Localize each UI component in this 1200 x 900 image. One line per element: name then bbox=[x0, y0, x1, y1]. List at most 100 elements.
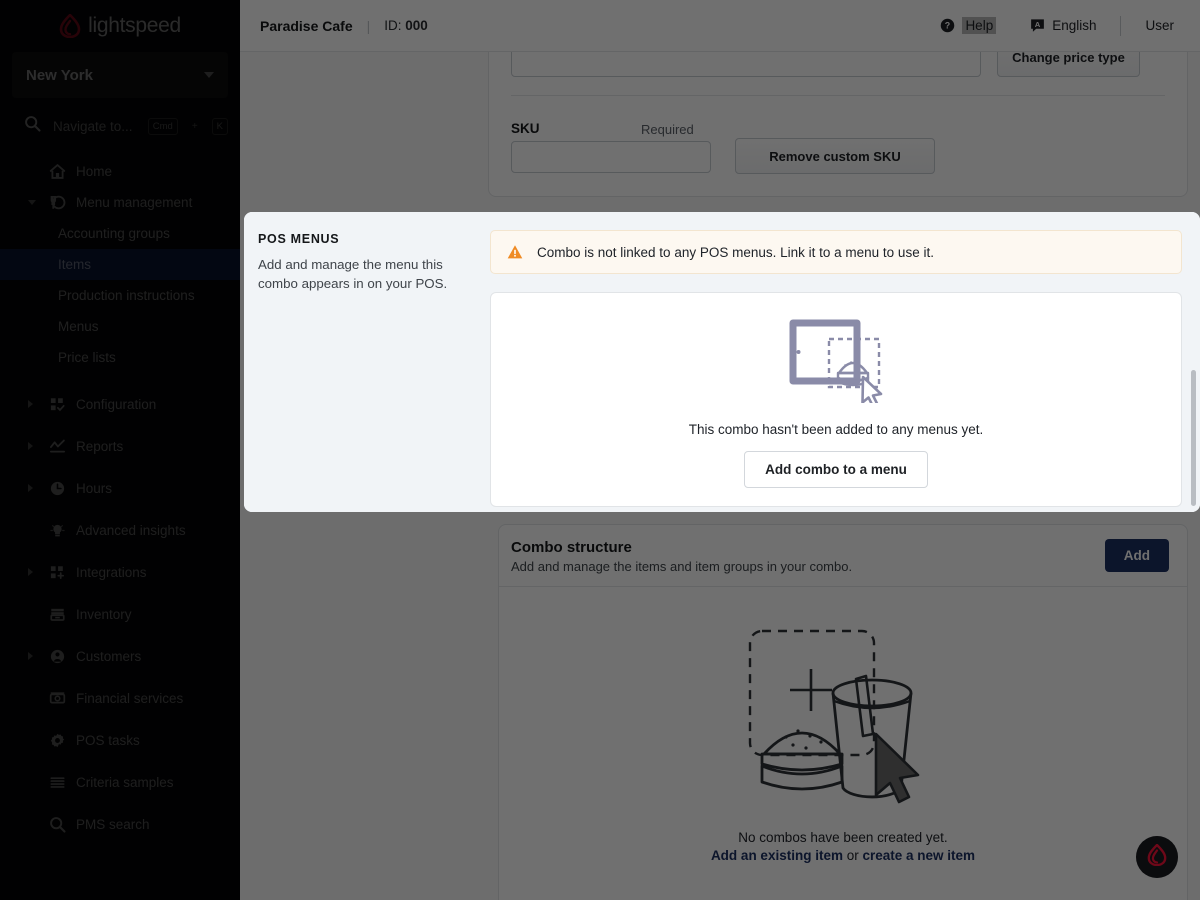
chevron-down-icon bbox=[204, 72, 214, 78]
combo-structure-title: Combo structure bbox=[511, 539, 632, 556]
sidebar-subitem-label: Menus bbox=[58, 319, 99, 334]
chevron-right-icon bbox=[28, 568, 33, 576]
chevron-right-icon bbox=[28, 442, 33, 450]
pos-menus-warning-text: Combo is not linked to any POS menus. Li… bbox=[537, 244, 934, 260]
add-existing-item-link[interactable]: Add an existing item bbox=[711, 848, 843, 863]
pos-menus-kicker: POS MENUS bbox=[258, 232, 340, 246]
topbar-actions: ? Help A English User bbox=[934, 14, 1180, 37]
brand-name: lightspeed bbox=[88, 14, 181, 37]
help-fab-button[interactable] bbox=[1136, 836, 1178, 878]
combo-structure-header: Combo structure Add and manage the items… bbox=[499, 525, 1187, 586]
burger-drink-dropzone-illustration bbox=[748, 617, 938, 822]
sidebar: lightspeed New York Navigate to... Cmd +… bbox=[0, 0, 240, 900]
tablet-burger-dropzone-illustration bbox=[787, 317, 885, 408]
list-lines-icon bbox=[48, 773, 66, 791]
remove-custom-sku-label: Remove custom SKU bbox=[769, 148, 901, 164]
combo-add-button[interactable]: Add bbox=[1104, 539, 1169, 572]
shortcut-cmd-key: Cmd bbox=[147, 117, 178, 135]
search-icon bbox=[24, 115, 41, 137]
sidebar-item-hours[interactable]: Hours bbox=[0, 467, 240, 509]
sidebar-subitem-label: Price lists bbox=[58, 350, 116, 365]
pricing-sku-card: Change price type SKU Required Remove cu… bbox=[488, 37, 1188, 197]
sidebar-item-label: Advanced insights bbox=[76, 522, 186, 538]
combo-structure-card: Combo structure Add and manage the items… bbox=[498, 524, 1188, 900]
scrollbar-thumb[interactable] bbox=[1191, 370, 1196, 506]
brand-logo[interactable]: lightspeed bbox=[0, 0, 240, 52]
user-menu-button[interactable]: User bbox=[1139, 15, 1180, 36]
sidebar-item-criteria-samples[interactable]: Criteria samples bbox=[0, 761, 240, 803]
chevron-right-icon bbox=[28, 652, 33, 660]
language-bubble-icon: A bbox=[1030, 18, 1045, 33]
language-button[interactable]: A English bbox=[1024, 15, 1102, 36]
sidebar-item-label: Hours bbox=[76, 480, 113, 496]
pos-menus-empty-card: This combo hasn't been added to any menu… bbox=[490, 292, 1182, 507]
location-selector[interactable]: New York bbox=[12, 52, 228, 98]
sidebar-item-menu-management[interactable]: Menu management bbox=[0, 187, 240, 218]
search-icon bbox=[48, 815, 66, 833]
question-mark-icon: ? bbox=[940, 18, 955, 33]
sidebar-item-reports[interactable]: Reports bbox=[0, 425, 240, 467]
create-new-item-link[interactable]: create a new item bbox=[862, 848, 975, 863]
sidebar-item-label: POS tasks bbox=[76, 732, 140, 748]
topbar-separator: | bbox=[366, 17, 371, 34]
hours-clock-icon bbox=[48, 479, 66, 497]
sidebar-item-pms-search[interactable]: PMS search bbox=[0, 803, 240, 845]
sidebar-item-integrations[interactable]: Integrations bbox=[0, 551, 240, 593]
combo-add-label: Add bbox=[1123, 548, 1150, 563]
pos-menus-empty-text: This combo hasn't been added to any menu… bbox=[688, 422, 984, 437]
help-label: Help bbox=[962, 17, 997, 34]
lightspeed-flame-icon bbox=[59, 13, 81, 39]
navigate-to-search[interactable]: Navigate to... Cmd + K bbox=[0, 104, 240, 148]
language-label: English bbox=[1052, 18, 1097, 33]
store-name: Paradise Cafe bbox=[260, 17, 353, 34]
sidebar-item-financial-services[interactable]: Financial services bbox=[0, 677, 240, 719]
sidebar-item-label: Menu management bbox=[76, 195, 193, 210]
combo-empty-text: No combos have been created yet. bbox=[738, 830, 948, 845]
home-icon bbox=[48, 163, 66, 181]
svg-text:?: ? bbox=[945, 21, 950, 31]
help-button[interactable]: ? Help bbox=[934, 14, 1002, 37]
sidebar-item-label: Home bbox=[76, 164, 113, 179]
combo-structure-empty-state: No combos have been created yet. Add an … bbox=[499, 587, 1187, 863]
banknote-icon bbox=[48, 689, 66, 707]
remove-custom-sku-button[interactable]: Remove custom SKU bbox=[735, 138, 935, 174]
store-id: ID: 000 bbox=[384, 18, 428, 33]
links-conjunction: or bbox=[842, 848, 863, 863]
search-placeholder: Navigate to... bbox=[53, 118, 133, 134]
sidebar-item-customers[interactable]: Customers bbox=[0, 635, 240, 677]
sidebar-item-label: Configuration bbox=[76, 396, 157, 412]
sidebar-item-pos-tasks[interactable]: POS tasks bbox=[0, 719, 240, 761]
sidebar-item-label: Customers bbox=[76, 648, 142, 664]
sidebar-subitem-menus[interactable]: Menus bbox=[0, 311, 240, 342]
integrations-icon bbox=[48, 563, 66, 581]
sidebar-subitem-label: Items bbox=[58, 257, 92, 272]
sidebar-item-configuration[interactable]: Configuration bbox=[0, 383, 240, 425]
lightbulb-icon bbox=[48, 521, 66, 539]
add-combo-to-menu-label: Add combo to a menu bbox=[765, 462, 907, 477]
pos-menus-warning-banner: Combo is not linked to any POS menus. Li… bbox=[490, 230, 1182, 274]
sidebar-item-label: Financial services bbox=[76, 690, 184, 706]
gear-icon bbox=[48, 731, 66, 749]
sidebar-item-label: Integrations bbox=[76, 564, 147, 580]
add-combo-to-menu-button[interactable]: Add combo to a menu bbox=[744, 451, 928, 488]
sidebar-subitem-items[interactable]: Items bbox=[0, 249, 240, 280]
reports-icon bbox=[48, 437, 66, 455]
sidebar-item-label: Inventory bbox=[76, 606, 132, 622]
sidebar-subitem-production-instructions[interactable]: Production instructions bbox=[0, 280, 240, 311]
configuration-icon bbox=[48, 395, 66, 413]
shortcut-plus: + bbox=[191, 120, 198, 132]
customers-person-icon bbox=[48, 647, 66, 665]
sidebar-item-inventory[interactable]: Inventory bbox=[0, 593, 240, 635]
menu-management-icon bbox=[48, 194, 66, 212]
combo-structure-subtitle: Add and manage the items and item groups… bbox=[511, 559, 853, 574]
pos-menus-section: POS MENUS Add and manage the menu this c… bbox=[244, 212, 1200, 512]
sidebar-subitem-price-lists[interactable]: Price lists bbox=[0, 342, 240, 373]
combo-empty-links: Add an existing item or create a new ite… bbox=[711, 848, 975, 863]
lightspeed-flame-icon bbox=[1147, 843, 1167, 871]
sidebar-subitem-accounting-groups[interactable]: Accounting groups bbox=[0, 218, 240, 249]
sidebar-item-home[interactable]: Home bbox=[0, 156, 240, 187]
warning-triangle-icon bbox=[507, 244, 523, 260]
location-label: New York bbox=[26, 66, 93, 84]
sku-input[interactable] bbox=[511, 141, 711, 173]
sidebar-item-advanced-insights[interactable]: Advanced insights bbox=[0, 509, 240, 551]
